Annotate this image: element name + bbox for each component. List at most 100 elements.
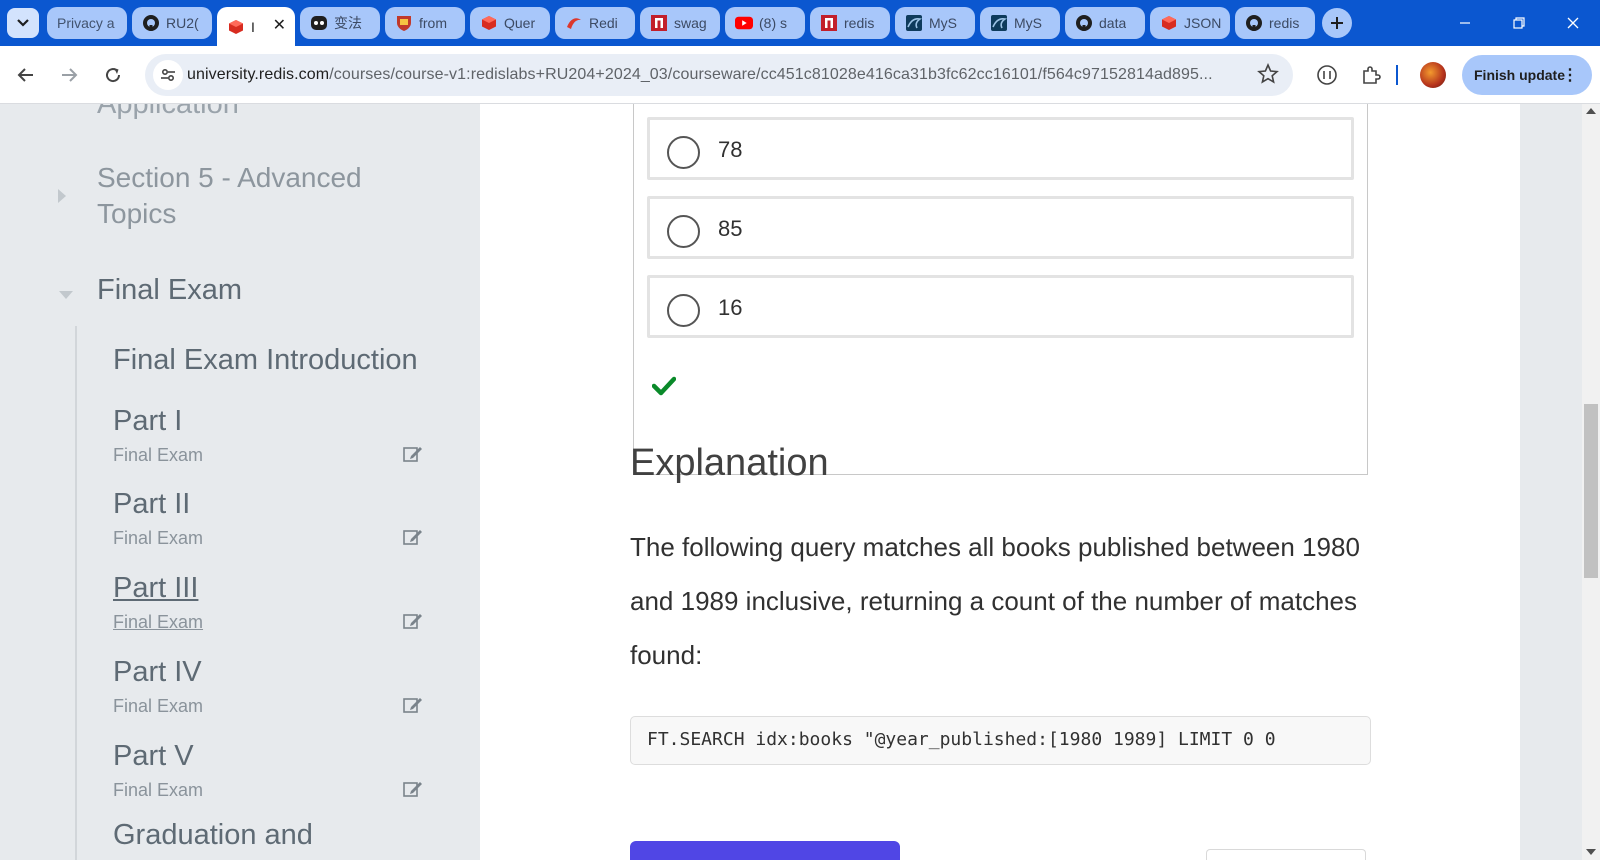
reload-button[interactable]	[96, 58, 130, 92]
radio-button[interactable]	[667, 136, 700, 169]
tab-list: Privacy a RU2( I ✕ 变法 from Quer Redi swa…	[47, 7, 1352, 47]
part-title: Part IV	[113, 656, 202, 688]
mysql-icon	[905, 14, 923, 32]
tab-title: Privacy a	[57, 15, 115, 31]
tab-mysql-1[interactable]: MyS	[895, 7, 975, 39]
crest-icon	[395, 14, 413, 32]
radio-button[interactable]	[667, 294, 700, 327]
close-icon	[1567, 17, 1579, 29]
tab-title: data	[1099, 15, 1127, 31]
tab-redis-npm[interactable]: redis	[810, 7, 890, 39]
choice-label: 85	[718, 216, 743, 241]
scrollbar-thumb[interactable]	[1584, 404, 1598, 578]
profile-avatar[interactable]	[1420, 62, 1446, 88]
right-gutter	[1520, 104, 1582, 860]
outline-item-final-intro[interactable]: Final Exam Introduction	[113, 344, 418, 377]
choice-label: 16	[718, 295, 743, 320]
star-icon	[1257, 62, 1279, 84]
chevron-down-icon	[17, 19, 29, 27]
github-icon	[142, 14, 160, 32]
outline-section-final-exam[interactable]: Final Exam	[97, 274, 242, 307]
media-icon	[1317, 65, 1337, 85]
outline-item-part-4[interactable]: Part IV Final Exam	[113, 655, 423, 717]
answer-choice-1[interactable]: 78	[647, 117, 1354, 180]
tab-query[interactable]: Quer	[470, 7, 550, 39]
tab-title: from	[419, 15, 447, 31]
tab-youtube[interactable]: (8) s	[725, 7, 805, 39]
tab-title: Quer	[504, 15, 536, 31]
outline-item-part-5[interactable]: Part V Final Exam	[113, 739, 423, 801]
mysql-icon	[990, 14, 1008, 32]
outline-item-part-2[interactable]: Part II Final Exam	[113, 487, 423, 549]
site-info-button[interactable]	[153, 60, 183, 90]
tab-privacy[interactable]: Privacy a	[47, 7, 127, 39]
tab-from[interactable]: from	[385, 7, 465, 39]
bookmark-star-button[interactable]	[1257, 62, 1279, 90]
part-subtitle: Final Exam	[113, 696, 204, 716]
redis-cube-icon	[1160, 14, 1178, 32]
close-tab-icon[interactable]: ✕	[273, 15, 286, 35]
restore-button[interactable]	[1492, 0, 1546, 46]
plus-icon	[1331, 17, 1343, 29]
answer-choice-3[interactable]: 16	[647, 275, 1354, 338]
outline-section-previous[interactable]: Application	[97, 104, 239, 121]
edit-icon	[403, 614, 422, 629]
edit-icon	[403, 530, 422, 545]
robot-icon	[310, 14, 328, 32]
tab-search-button[interactable]	[7, 8, 39, 38]
caret-right-icon	[58, 189, 66, 203]
url-text[interactable]: university.redis.com/courses/course-v1:r…	[187, 66, 1247, 84]
tab-github-ru204[interactable]: RU2(	[132, 7, 212, 39]
tab-mysql-2[interactable]: MyS	[980, 7, 1060, 39]
tab-redis-university-active[interactable]: I ✕	[217, 7, 295, 47]
tab-swagger[interactable]: swag	[640, 7, 720, 39]
edit-icon	[403, 698, 422, 713]
correct-check-icon	[652, 376, 676, 396]
scroll-up-arrow-icon[interactable]	[1586, 108, 1596, 114]
forward-button[interactable]	[52, 58, 86, 92]
close-window-button[interactable]	[1546, 0, 1600, 46]
answer-choice-2[interactable]: 85	[647, 196, 1354, 259]
scroll-down-arrow-icon[interactable]	[1586, 849, 1596, 855]
code-block: FT.SEARCH idx:books "@year_published:[19…	[630, 716, 1371, 765]
redis-cube-icon	[227, 18, 245, 36]
tab-github-data[interactable]: data	[1065, 7, 1145, 39]
outline-section-5[interactable]: Section 5 - Advanced Topics	[97, 160, 417, 232]
tab-json[interactable]: JSON	[1150, 7, 1230, 39]
github-icon	[1245, 14, 1263, 32]
course-outline-sidebar: Application Section 5 - Advanced Topics …	[0, 104, 480, 860]
tab-title: redis	[844, 15, 875, 31]
edit-icon	[403, 782, 422, 797]
tab-github-redis[interactable]: redis	[1235, 7, 1315, 39]
address-bar[interactable]: university.redis.com/courses/course-v1:r…	[145, 54, 1293, 96]
finish-update-label: Finish update	[1474, 67, 1565, 83]
extensions-button[interactable]	[1356, 60, 1386, 90]
outline-item-part-3-current[interactable]: Part III Final Exam	[113, 571, 423, 633]
reload-icon	[106, 68, 121, 83]
secondary-button[interactable]	[1206, 849, 1366, 860]
finish-update-button[interactable]: Finish update ⋮	[1462, 55, 1592, 95]
minimize-icon	[1460, 22, 1470, 24]
outline-item-part-1[interactable]: Part I Final Exam	[113, 404, 423, 466]
new-tab-button[interactable]	[1322, 8, 1352, 38]
back-button[interactable]	[9, 58, 43, 92]
explanation-text: The following query matches all books pu…	[630, 532, 1360, 670]
tab-title: swag	[674, 15, 707, 31]
minimize-button[interactable]	[1438, 0, 1492, 46]
tab-redis-logo[interactable]: Redi	[555, 7, 635, 39]
puzzle-icon	[1363, 66, 1381, 84]
tab-chat[interactable]: 变法	[300, 7, 380, 39]
part-title: Part III	[113, 572, 199, 604]
part-subtitle: Final Exam	[113, 528, 204, 548]
tab-title: I	[251, 19, 255, 35]
part-title: Part II	[113, 488, 191, 520]
media-control-button[interactable]	[1312, 60, 1342, 90]
tab-title: JSON	[1184, 15, 1222, 31]
edit-icon	[403, 447, 422, 462]
radio-button[interactable]	[667, 215, 700, 248]
outline-item-graduation[interactable]: Graduation and	[113, 819, 313, 852]
page-scrollbar[interactable]	[1582, 104, 1600, 860]
tab-title: Redi	[589, 15, 618, 31]
explanation-heading: Explanation	[630, 442, 829, 484]
submit-button[interactable]	[630, 841, 900, 860]
